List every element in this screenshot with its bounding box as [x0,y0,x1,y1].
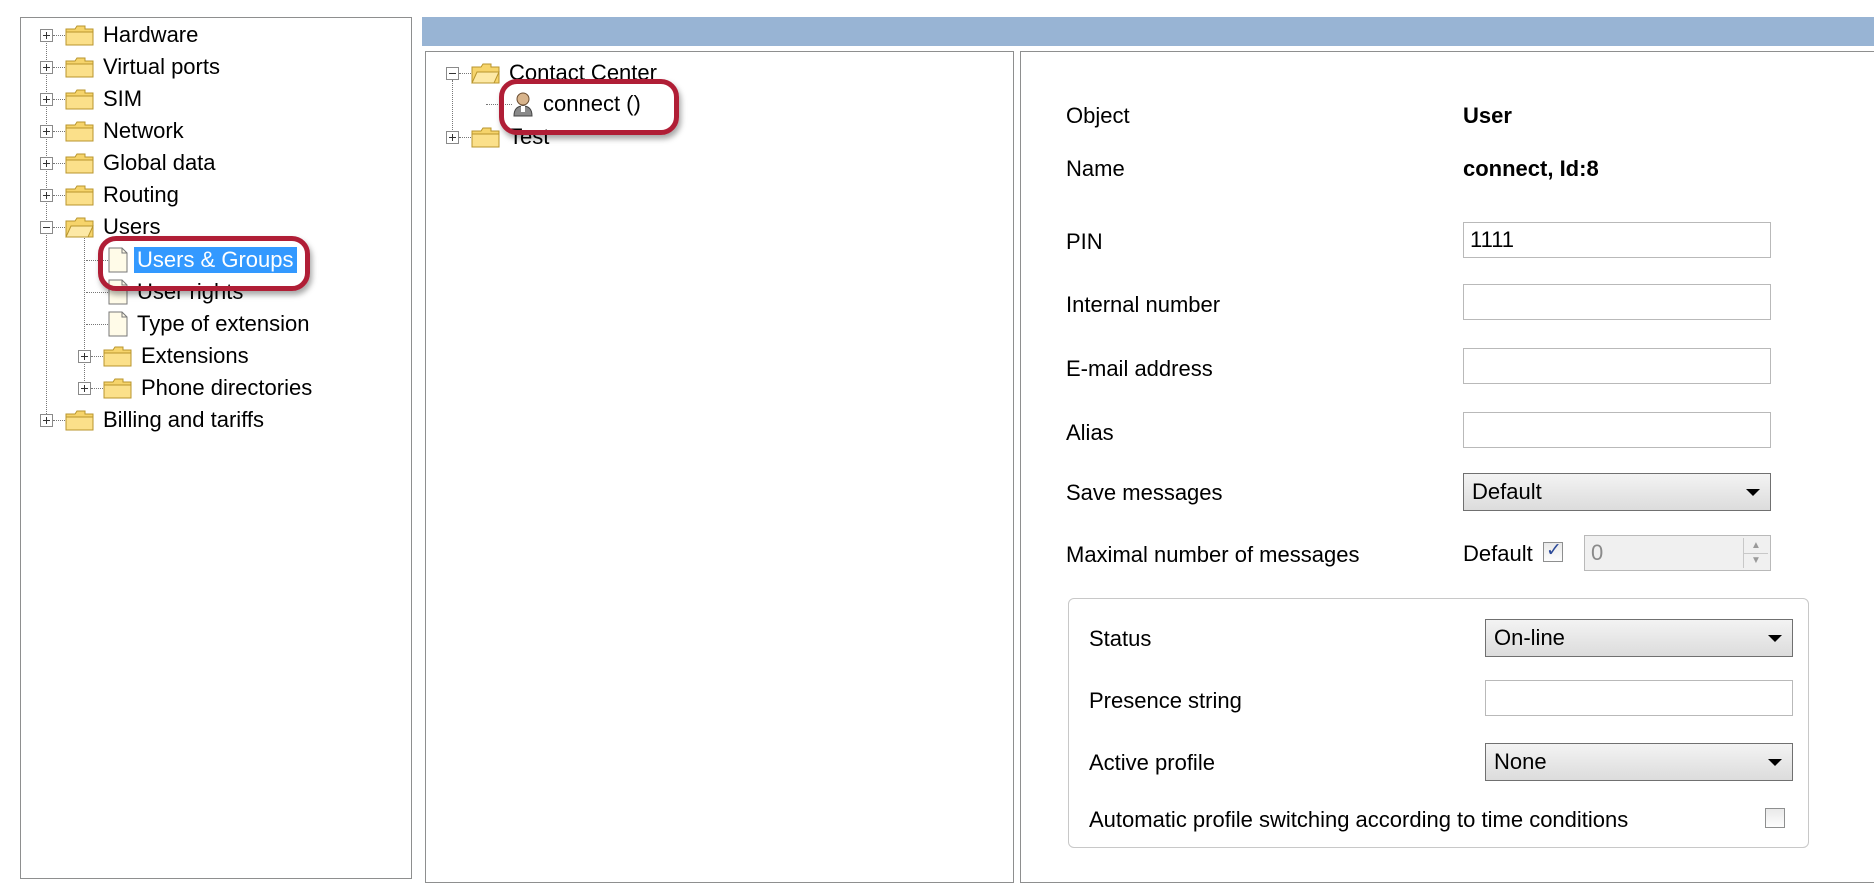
tree-item-extensions[interactable]: Extensions [78,341,252,371]
tree-connector [53,162,65,164]
active-profile-value: None [1494,749,1547,774]
tree-item-global-data[interactable]: Global data [40,148,219,178]
expand-icon[interactable] [40,413,53,427]
save-messages-select[interactable]: Default [1463,473,1771,511]
status-select[interactable]: On-line [1485,619,1793,657]
tree-item-label: Extensions [141,343,249,368]
navigation-tree-panel [20,17,412,879]
tree-item-label: Routing [103,182,179,207]
status-value: On-line [1494,625,1565,650]
tree-connector [91,355,103,357]
chevron-down-icon [1768,635,1782,642]
save-messages-label: Save messages [1066,480,1223,505]
expand-icon[interactable] [78,349,91,363]
presence-string-label: Presence string [1089,688,1242,713]
status-label: Status [1089,626,1152,651]
open-folder-icon [65,217,94,238]
tree-item-label: Global data [103,150,216,175]
folder-icon [65,185,94,206]
tree-connector [53,194,65,196]
max-messages-default-label: Default [1463,541,1533,566]
tree-item-phone-directories[interactable]: Phone directories [78,373,315,403]
tree-connector [53,34,65,36]
tree-item-label: Phone directories [141,375,313,400]
tree-item-label: Hardware [103,22,199,47]
tree-item-billing-and-tariffs[interactable]: Billing and tariffs [40,405,267,435]
expand-icon[interactable] [40,124,53,138]
tree-connector [53,419,65,421]
pin-input[interactable]: 1111 [1463,222,1771,258]
object-value: User [1463,103,1512,128]
folder-icon [65,410,94,431]
expand-icon[interactable] [40,188,53,202]
max-messages-default-checkbox[interactable] [1543,539,1563,562]
tree-connector [459,136,471,138]
folder-icon [65,57,94,78]
tree-connector [91,387,103,389]
max-messages-label: Maximal number of messages [1066,542,1360,567]
folder-icon [103,378,132,399]
pin-label: PIN [1066,229,1103,254]
folder-icon [65,89,94,110]
auto-switch-checkbox[interactable] [1765,808,1785,828]
tree-item-virtual-ports[interactable]: Virtual ports [40,52,223,82]
expand-icon[interactable] [40,156,53,170]
active-profile-select[interactable]: None [1485,743,1793,781]
expand-icon[interactable] [78,381,91,395]
document-icon [108,311,128,337]
tree-item-label: Network [103,118,184,143]
expand-icon[interactable] [446,130,459,144]
spinner-up-icon[interactable]: ▲ [1744,538,1768,554]
open-folder-icon [471,63,500,84]
user-tree-panel [425,51,1014,883]
alias-input[interactable] [1463,412,1771,448]
folder-icon [103,346,132,367]
name-label: Name [1066,156,1125,181]
highlight-annotation [98,236,310,291]
expand-icon[interactable] [40,92,53,106]
internal-number-label: Internal number [1066,292,1221,317]
alias-label: Alias [1066,420,1114,445]
email-input[interactable] [1463,348,1771,384]
active-profile-label: Active profile [1089,750,1215,775]
max-messages-spinner[interactable]: ▲ ▼ [1743,538,1768,568]
tree-item-label: Type of extension [137,311,310,336]
max-messages-value: 0 [1591,540,1604,565]
tree-connector [86,323,108,325]
tree-item-sim[interactable]: SIM [40,84,145,114]
tree-connector [53,98,65,100]
email-label: E-mail address [1066,356,1213,381]
internal-number-input[interactable] [1463,284,1771,320]
save-messages-value: Default [1472,479,1542,504]
auto-switch-label: Automatic profile switching according to… [1089,807,1629,832]
tree-item-label: Billing and tariffs [103,407,265,432]
folder-icon [471,127,500,148]
panel-header-bar [422,17,1874,46]
tree-connector [53,66,65,68]
tree-item-hardware[interactable]: Hardware [40,20,201,50]
tree-item-network[interactable]: Network [40,116,187,146]
chevron-down-icon [1746,489,1760,496]
collapse-icon[interactable] [446,66,459,80]
folder-icon [65,153,94,174]
name-value: connect, Id:8 [1463,156,1599,181]
folder-icon [65,25,94,46]
tree-item-label: SIM [103,86,143,111]
folder-icon [65,121,94,142]
tree-connector [459,72,471,74]
tree-connector [53,226,65,228]
collapse-icon[interactable] [40,220,53,234]
object-label: Object [1066,103,1130,128]
expand-icon[interactable] [40,28,53,42]
tree-item-routing[interactable]: Routing [40,180,182,210]
tree-item-type-of-extension[interactable]: Type of extension [86,309,312,339]
tree-item-label: Virtual ports [103,54,220,79]
highlight-annotation [499,79,679,135]
expand-icon[interactable] [40,60,53,74]
chevron-down-icon [1768,759,1782,766]
tree-connector [86,291,108,293]
presence-string-input[interactable] [1485,680,1793,716]
tree-connector [53,130,65,132]
spinner-down-icon[interactable]: ▼ [1744,554,1768,568]
